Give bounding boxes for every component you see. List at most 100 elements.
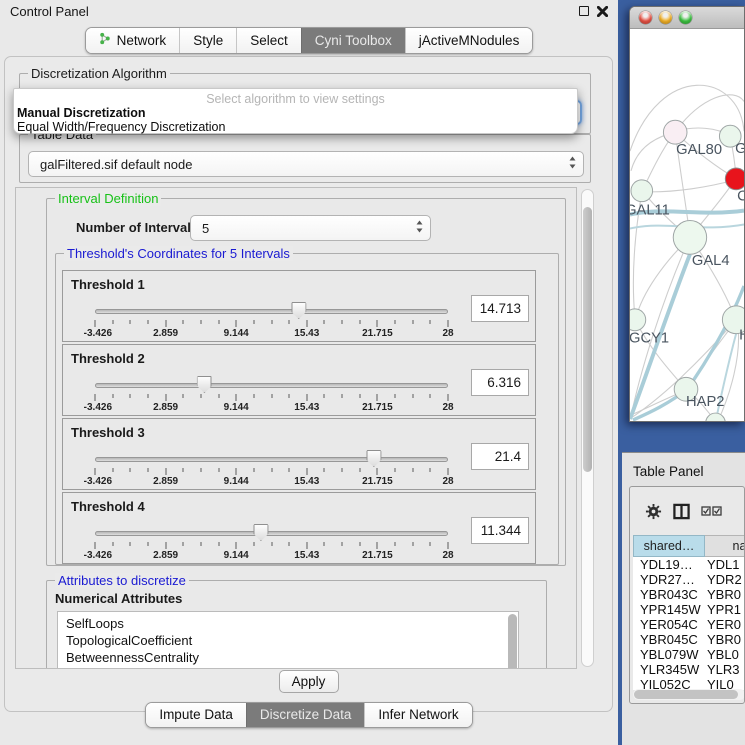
float-window-icon[interactable]: [579, 6, 589, 16]
panel-scrollbar-thumb[interactable]: [583, 207, 592, 472]
network-node-c[interactable]: [725, 168, 744, 190]
slider-thumb[interactable]: [197, 376, 212, 393]
slider-thumb[interactable]: [253, 524, 268, 541]
network-node-gcy1[interactable]: [630, 309, 646, 331]
number-of-intervals-label: Number of Intervals: [76, 220, 198, 235]
tab-label: Impute Data: [159, 707, 233, 722]
tab-select[interactable]: Select: [236, 28, 301, 53]
table-cell: YER054C: [633, 617, 703, 632]
column-header-shared-name[interactable]: shared…: [633, 535, 705, 557]
tab-infer-network[interactable]: Infer Network: [364, 703, 471, 727]
network-window-titlebar[interactable]: [630, 7, 744, 29]
table-panel-title: Table Panel: [622, 453, 745, 479]
attribute-item-selfloops[interactable]: SelfLoops: [66, 615, 518, 632]
close-traffic-light[interactable]: [639, 11, 652, 24]
table-row[interactable]: YBR043CYBR0: [633, 587, 745, 602]
table-cell: YBR043C: [633, 587, 703, 602]
network-node-gal11[interactable]: [631, 180, 653, 202]
attributes-group: Attributes to discretize Numerical Attri…: [46, 580, 547, 669]
slider-thumb[interactable]: [366, 450, 381, 467]
thresholds-group: Threshold's Coordinates for 5 Intervals …: [55, 253, 559, 565]
slider-thumb[interactable]: [291, 302, 306, 319]
slider-scale-labels: -3.4262.8599.14415.4321.71528: [95, 550, 448, 562]
network-canvas[interactable]: GAL80GACGAL11GAL4GCY1HHAP2: [630, 30, 744, 421]
list-scrollbar-thumb[interactable]: [508, 614, 517, 669]
node-label: C: [737, 189, 744, 205]
close-icon[interactable]: [597, 6, 608, 17]
table-cell: YBL079W: [633, 647, 703, 662]
gear-icon[interactable]: [645, 503, 662, 520]
table-cell: YLR345W: [633, 662, 703, 677]
network-edge[interactable]: [644, 180, 735, 192]
bottom-tab-group: Impute Data Discretize DataInfer Network: [145, 702, 472, 728]
network-icon: [99, 32, 111, 48]
table-cell: YDR27…: [633, 572, 703, 587]
table-row[interactable]: YER054CYER0: [633, 617, 745, 632]
table-cell: YER0: [703, 617, 741, 632]
threshold-label: Threshold 3: [71, 425, 145, 440]
column-header-name[interactable]: na: [705, 535, 745, 557]
network-node-gal4[interactable]: [673, 221, 706, 255]
tab-style[interactable]: Style: [179, 28, 236, 53]
tab-network[interactable]: Network: [86, 28, 180, 53]
slider-ticks: [95, 394, 448, 402]
group-title-thresholds: Threshold's Coordinates for 5 Intervals: [64, 246, 293, 261]
table-hscrollbar-thumb[interactable]: [634, 690, 738, 699]
split-columns-icon[interactable]: [673, 503, 690, 520]
dropdown-item-equal-width-frequency-discretization[interactable]: Equal Width/Frequency Discretization: [14, 120, 577, 134]
threshold-value-field[interactable]: 11.344: [471, 517, 529, 544]
panel-scrollbar[interactable]: [581, 189, 594, 667]
tab-impute-data[interactable]: Impute Data: [146, 703, 246, 727]
node-label: GA: [735, 141, 744, 157]
slider-scale-labels: -3.4262.8599.14415.4321.71528: [95, 328, 448, 340]
tab-cyni-toolbox[interactable]: Cyni Toolbox: [301, 28, 405, 53]
node-label: GAL4: [692, 253, 730, 269]
dropdown-item-manual-discretization[interactable]: Manual Discretization: [14, 106, 577, 120]
threshold-value-field[interactable]: 14.713: [471, 295, 529, 322]
table-row[interactable]: YDR27…YDR2: [633, 572, 745, 587]
table-row[interactable]: YBR045CYBR0: [633, 632, 745, 647]
table-row[interactable]: YDL19…YDL1: [633, 557, 745, 572]
table-toolbar: [630, 487, 744, 535]
table-data-group: Table Data galFiltered.sif default node: [19, 134, 591, 183]
threshold-label: Threshold 4: [71, 499, 145, 514]
slider-track[interactable]: [95, 383, 448, 388]
table-row[interactable]: YLR345WYLR3: [633, 662, 745, 677]
table-cell: YDR2: [703, 572, 742, 587]
slider-ticks: [95, 468, 448, 476]
minimize-traffic-light[interactable]: [659, 11, 672, 24]
tab-jactivemnodules[interactable]: jActiveMNodules: [405, 28, 533, 53]
tab-label: Select: [250, 33, 288, 48]
node-label: HAP2: [686, 394, 724, 410]
network-node-gal80[interactable]: [663, 120, 687, 144]
number-of-intervals-select[interactable]: 5: [190, 215, 431, 241]
apply-button[interactable]: Apply: [279, 670, 339, 693]
panel-title: Control Panel: [10, 4, 89, 19]
group-title-interval-definition: Interval Definition: [55, 191, 161, 206]
dropdown-prompt: Select algorithm to view settings: [14, 92, 577, 106]
tab-discretize-data[interactable]: Discretize Data: [246, 703, 365, 727]
slider-track[interactable]: [95, 531, 448, 536]
combo-stepper-icon: [569, 157, 576, 172]
slider-track[interactable]: [95, 309, 448, 314]
slider-track[interactable]: [95, 457, 448, 462]
threshold-value-field[interactable]: 6.316: [471, 369, 529, 396]
table-data-select[interactable]: galFiltered.sif default node: [28, 151, 584, 177]
attribute-item-topologicalcoefficient[interactable]: TopologicalCoefficient: [66, 632, 518, 649]
select-columns-checkboxes-icon[interactable]: [701, 505, 723, 517]
threshold-value-field[interactable]: 21.4: [471, 443, 529, 470]
table-data-value: galFiltered.sif default node: [40, 157, 192, 172]
table-row[interactable]: YPR145WYPR1: [633, 602, 745, 617]
table-row[interactable]: YBL079WYBL0: [633, 647, 745, 662]
table-cell: YBR0: [703, 587, 741, 602]
tab-label: Style: [193, 33, 223, 48]
attribute-item-betweennesscentrality[interactable]: BetweennessCentrality: [66, 649, 518, 666]
slider-ticks: [95, 542, 448, 550]
table-hscrollbar[interactable]: [633, 689, 745, 700]
numerical-attributes-list[interactable]: SelfLoopsTopologicalCoefficientBetweenne…: [57, 611, 519, 669]
zoom-traffic-light[interactable]: [679, 11, 692, 24]
group-title-attributes: Attributes to discretize: [55, 573, 189, 588]
network-node[interactable]: [706, 413, 726, 421]
table-cell: YLR3: [703, 662, 740, 677]
tab-label: Cyni Toolbox: [315, 33, 392, 48]
